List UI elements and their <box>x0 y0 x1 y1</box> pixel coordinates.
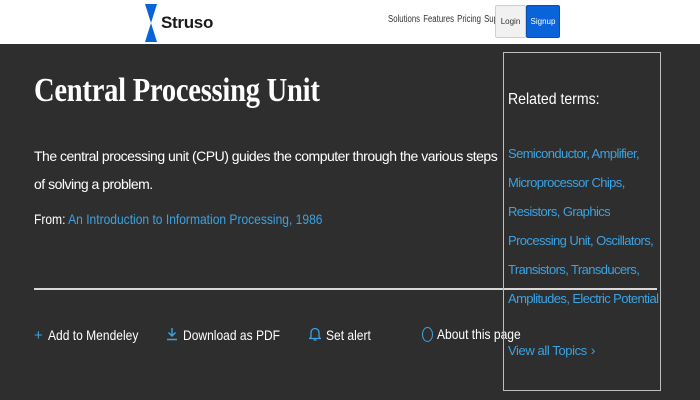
download-pdf-label: Download as PDF <box>182 327 280 343</box>
action-bar: + Add to Mendeley Download as PDF Set al… <box>34 326 391 344</box>
plus-icon: + <box>34 326 43 344</box>
source-line: From: An Introduction to Information Pro… <box>34 211 322 227</box>
nav-pricing[interactable]: Pricing <box>457 14 481 25</box>
add-to-mendeley-label: Add to Mendeley <box>47 327 139 343</box>
add-to-mendeley-button[interactable]: + Add to Mendeley <box>34 327 153 343</box>
related-term-amplifier[interactable]: Amplifier <box>592 146 637 161</box>
related-terms-heading: Related terms: <box>508 91 600 108</box>
related-term-semiconductor[interactable]: Semiconductor <box>508 146 587 161</box>
related-term-resistors[interactable]: Resistors <box>508 204 557 219</box>
related-term-oscillators[interactable]: Oscillators <box>596 233 651 248</box>
logo[interactable]: Struso <box>143 4 213 42</box>
from-label: From: <box>34 211 66 227</box>
signup-button[interactable]: Signup <box>526 5 560 38</box>
page-title: Central Processing Unit <box>34 72 320 109</box>
definition-text: The central processing unit (CPU) guides… <box>34 148 498 192</box>
view-all-topics-link[interactable]: View all Topics › <box>508 342 595 358</box>
download-pdf-button[interactable]: Download as PDF <box>166 327 296 344</box>
related-term-amplitudes[interactable]: Amplitudes <box>508 291 567 306</box>
nav-solutions[interactable]: Solutions <box>388 14 420 25</box>
nav-features[interactable]: Features <box>423 14 454 25</box>
download-icon <box>166 327 178 344</box>
related-terms-list: Semiconductor, Amplifier, Microprocessor… <box>508 146 659 306</box>
related-term-transducers[interactable]: Transducers <box>571 262 637 277</box>
logo-text: Struso <box>161 13 214 32</box>
login-button[interactable]: Login <box>495 5 526 38</box>
chevron-right-icon: › <box>590 342 596 358</box>
set-alert-button[interactable]: Set alert <box>307 326 378 344</box>
top-bar: Struso Solutions Features Pricing Suppor… <box>0 0 700 44</box>
related-term-electric-potential[interactable]: Electric Potential <box>572 291 659 306</box>
related-term-microprocessor-chips[interactable]: Microprocessor Chips <box>508 175 622 190</box>
view-all-topics-label: View all Topics <box>508 343 587 358</box>
source-link[interactable]: An Introduction to Information Processin… <box>68 211 322 227</box>
logo-mark-icon <box>145 4 157 42</box>
related-term-transistors[interactable]: Transistors <box>508 262 566 277</box>
info-icon <box>422 326 433 342</box>
set-alert-label: Set alert <box>325 327 371 343</box>
bell-icon <box>307 326 322 344</box>
related-terms-panel: Related terms: Semiconductor, Amplifier,… <box>503 52 661 391</box>
